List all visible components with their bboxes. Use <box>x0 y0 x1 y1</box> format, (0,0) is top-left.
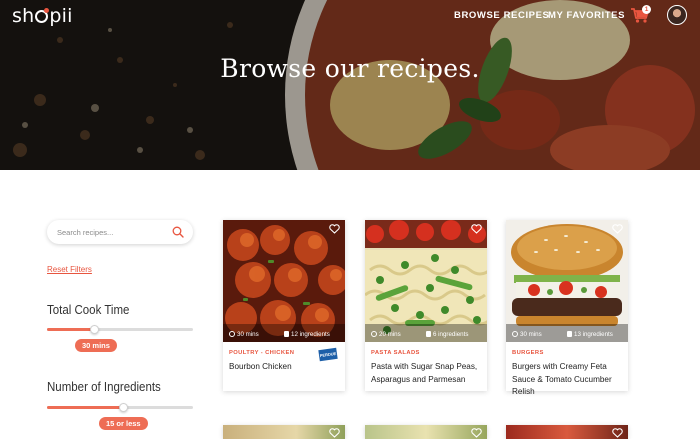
recipe-card-peek[interactable] <box>223 425 345 439</box>
filter-title-ingredients: Number of Ingredients <box>47 380 161 394</box>
logo-text-a: sh <box>12 5 35 27</box>
heart-icon[interactable] <box>471 224 482 234</box>
recipe-title[interactable]: Pasta with Sugar Snap Peas, Asparagus an… <box>371 360 479 385</box>
cook-time-slider[interactable] <box>47 325 193 334</box>
cook-time-text: 30 mins <box>237 331 259 338</box>
recipe-card-bourbon-chicken[interactable]: 30 mins 12 ingredients POULTRY - CHICKEN… <box>223 220 345 391</box>
ingredient-count-text: 12 ingredients <box>291 331 330 338</box>
list-icon <box>284 331 289 337</box>
cook-time: 30 mins <box>229 330 259 338</box>
recipe-image <box>223 220 345 342</box>
recipe-card-peek[interactable] <box>506 425 628 439</box>
recipe-image <box>506 220 628 342</box>
ingredient-count-text: 6 ingredients <box>433 331 469 338</box>
ingredient-count: 12 ingredients <box>284 330 330 338</box>
hero-banner: sh pii BROWSE RECIPES MY FAVORITES 1 Brow… <box>0 0 700 170</box>
nav-my-favorites[interactable]: MY FAVORITES <box>548 10 625 21</box>
logo[interactable]: sh pii <box>12 5 73 27</box>
heart-icon[interactable] <box>612 428 623 438</box>
recipe-image <box>365 220 487 342</box>
ingredients-slider[interactable] <box>47 403 193 412</box>
cook-time: 30 mins <box>512 330 542 338</box>
search-icon[interactable] <box>172 226 184 238</box>
list-icon <box>567 331 572 337</box>
recipe-category: BURGERS <box>512 350 544 356</box>
recipe-category: PASTA SALADS <box>371 350 420 356</box>
cook-time-value-pill: 30 mins <box>75 339 117 352</box>
cook-time: 20 mins <box>371 330 401 338</box>
recipe-meta: 30 mins 12 ingredients <box>223 328 345 342</box>
cook-time-text: 30 mins <box>520 331 542 338</box>
page-title: Browse our recipes. <box>220 54 480 83</box>
logo-mark-icon <box>35 8 50 23</box>
search-input[interactable] <box>57 220 167 244</box>
list-icon <box>426 331 431 337</box>
recipe-card-feta-burgers[interactable]: 30 mins 13 ingredients BURGERS Burgers w… <box>506 220 628 396</box>
reset-filters-link[interactable]: Reset Filters <box>47 265 92 274</box>
heart-icon[interactable] <box>329 428 340 438</box>
ingredients-value-pill: 15 or less <box>99 417 148 430</box>
recipe-title[interactable]: Bourbon Chicken <box>229 360 337 373</box>
recipe-card-peek[interactable] <box>365 425 487 439</box>
nav-browse-recipes[interactable]: BROWSE RECIPES <box>454 10 550 21</box>
recipe-meta: 30 mins 13 ingredients <box>506 328 628 342</box>
avatar[interactable] <box>667 5 687 25</box>
ingredient-count: 6 ingredients <box>426 330 468 338</box>
heart-icon[interactable] <box>329 224 340 234</box>
heart-icon[interactable] <box>612 224 623 234</box>
ingredient-count: 13 ingredients <box>567 330 613 338</box>
search-box <box>47 220 193 244</box>
cook-time-slider-fill <box>47 328 94 331</box>
clock-icon <box>371 331 377 337</box>
cook-time-slider-handle[interactable] <box>89 325 99 334</box>
ingredients-slider-fill <box>47 406 123 409</box>
hero-overlay <box>0 0 700 170</box>
recipe-meta: 20 mins 6 ingredients <box>365 328 487 342</box>
ingredients-slider-handle[interactable] <box>118 403 128 412</box>
clock-icon <box>229 331 235 337</box>
filter-title-cook-time: Total Cook Time <box>47 303 130 317</box>
heart-icon[interactable] <box>471 428 482 438</box>
cook-time-text: 20 mins <box>379 331 401 338</box>
recipe-title[interactable]: Burgers with Creamy Feta Sauce & Tomato … <box>512 360 620 398</box>
clock-icon <box>512 331 518 337</box>
recipe-card-pasta-snap-peas[interactable]: 20 mins 6 ingredients PASTA SALADS Pasta… <box>365 220 487 391</box>
ingredient-count-text: 13 ingredients <box>574 331 613 338</box>
logo-text-b: pii <box>49 5 73 27</box>
recipe-category: POULTRY - CHICKEN <box>229 350 295 356</box>
cart-count-badge: 1 <box>642 5 651 14</box>
